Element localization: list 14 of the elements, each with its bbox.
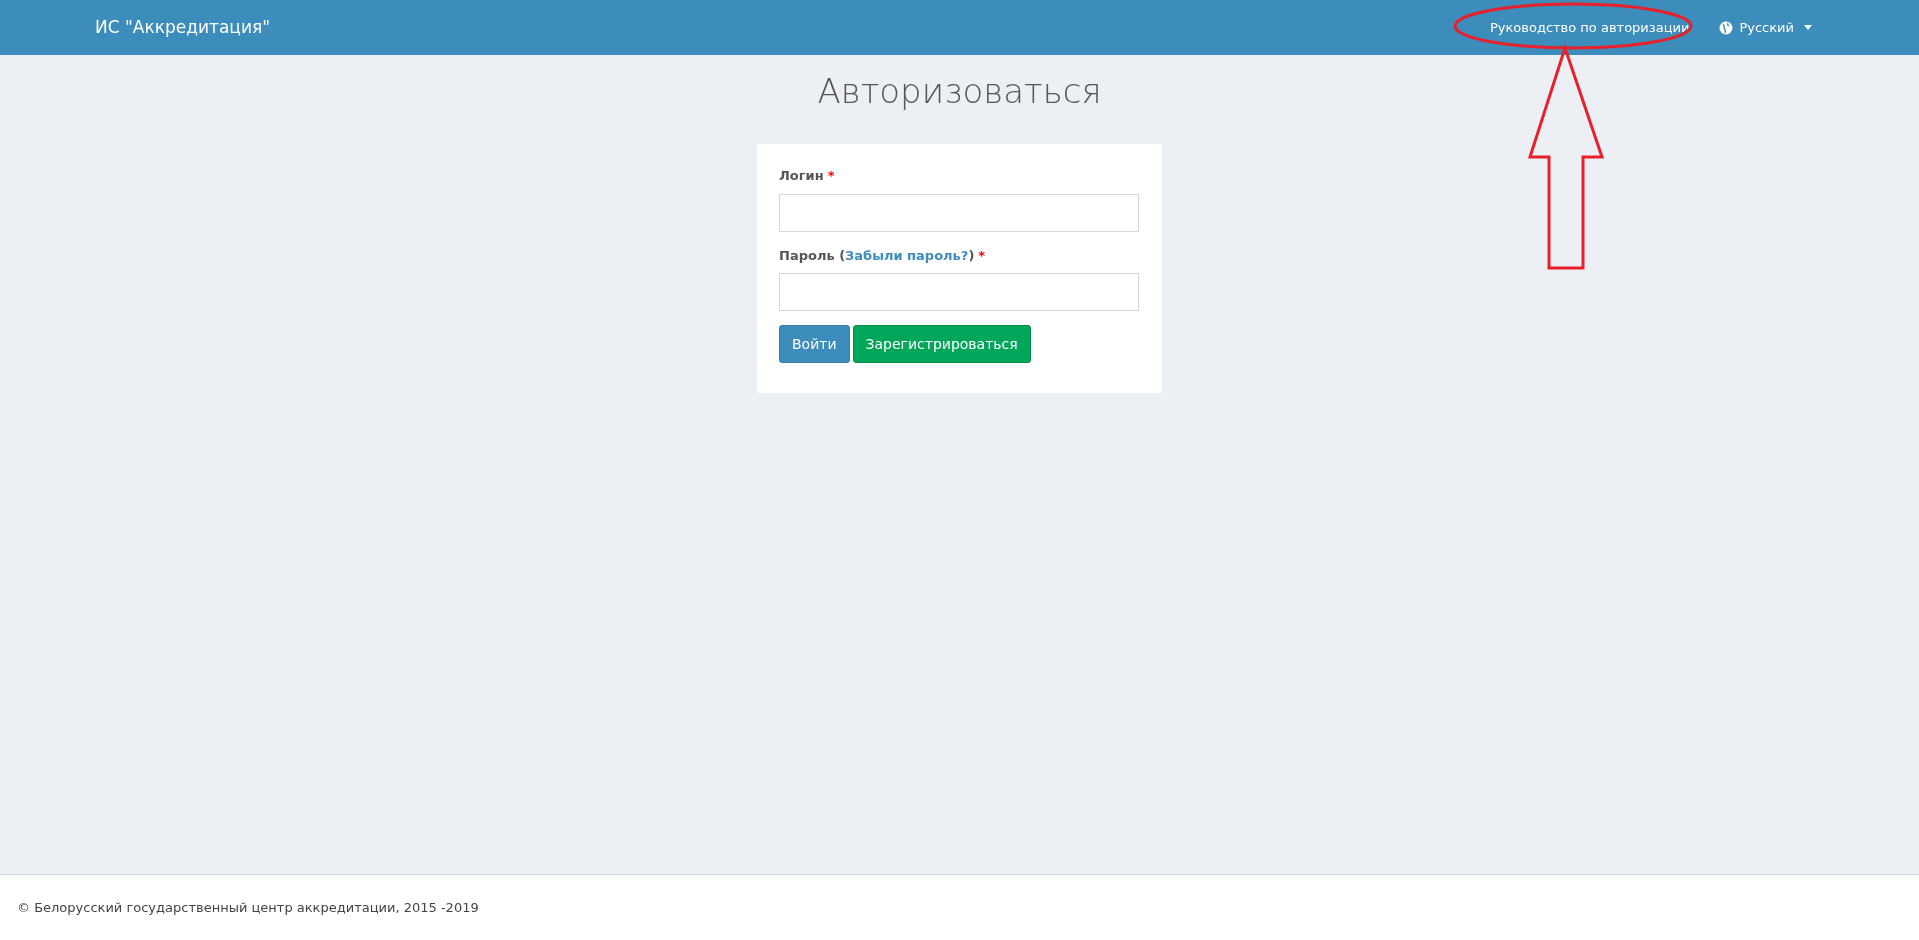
caret-icon — [1804, 25, 1812, 30]
guide-link[interactable]: Руководство по авторизации — [1489, 17, 1690, 38]
language-dropdown[interactable]: Русский — [1719, 17, 1812, 38]
page-title: Авторизоваться — [817, 70, 1102, 113]
login-button[interactable]: Войти — [779, 325, 850, 363]
brand-link[interactable]: ИС "Аккредитация" — [95, 14, 270, 41]
input-field[interactable] — [779, 193, 1139, 232]
field-label: Пароль (Забыли пароль?) * — [779, 246, 987, 265]
globe-icon — [1719, 20, 1734, 35]
register-button[interactable]: Зарегистрироваться — [852, 325, 1031, 363]
input-field[interactable] — [779, 273, 1139, 311]
copyright-text: © Белорусский государственный центр аккредитации, 2015 -2019 — [17, 898, 479, 917]
field-label: Логин * — [779, 167, 836, 185]
forgot-password-link[interactable]: Забыли пароль? — [845, 247, 969, 263]
